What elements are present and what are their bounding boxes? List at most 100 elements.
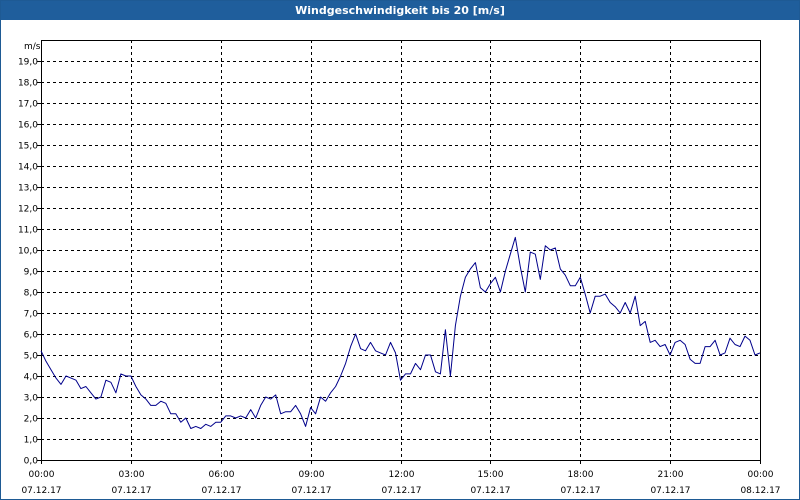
data-point bbox=[324, 400, 327, 403]
data-point bbox=[389, 341, 392, 344]
y-tick-label: 10,0 bbox=[18, 247, 38, 257]
data-point bbox=[424, 354, 427, 357]
x-tick-label-date: 07.12.17 bbox=[21, 486, 61, 496]
data-point bbox=[149, 404, 152, 407]
data-point bbox=[574, 284, 577, 287]
x-tick-label-date: 07.12.17 bbox=[111, 486, 151, 496]
y-tick-label: 4,0 bbox=[24, 373, 39, 383]
data-point bbox=[474, 261, 477, 264]
data-point bbox=[319, 396, 322, 399]
data-point bbox=[79, 387, 82, 390]
data-point bbox=[644, 320, 647, 323]
data-point bbox=[759, 351, 762, 354]
data-point bbox=[454, 324, 457, 327]
x-tick-label-time: 12:00 bbox=[389, 470, 415, 480]
data-point bbox=[344, 362, 347, 365]
data-point bbox=[449, 375, 452, 378]
x-tick-label-date: 07.12.17 bbox=[381, 486, 421, 496]
y-tick-label: 0,0 bbox=[24, 457, 39, 467]
data-point bbox=[609, 301, 612, 304]
data-point bbox=[129, 375, 132, 378]
data-point bbox=[114, 391, 117, 394]
data-point bbox=[154, 404, 157, 407]
data-point bbox=[509, 253, 512, 256]
data-point bbox=[624, 301, 627, 304]
data-point bbox=[444, 328, 447, 331]
data-point bbox=[679, 339, 682, 342]
data-point bbox=[284, 410, 287, 413]
y-tick-label: 17,0 bbox=[18, 100, 38, 110]
y-tick-label: 13,0 bbox=[18, 184, 38, 194]
data-point bbox=[524, 291, 527, 294]
data-point bbox=[84, 385, 87, 388]
data-point bbox=[434, 370, 437, 373]
data-point bbox=[539, 278, 542, 281]
data-point bbox=[214, 421, 217, 424]
x-tick-label-time: 15:00 bbox=[478, 470, 504, 480]
y-tick-label: 3,0 bbox=[24, 394, 39, 404]
data-point bbox=[45, 360, 48, 363]
data-point bbox=[249, 408, 252, 411]
data-point bbox=[224, 414, 227, 417]
data-point bbox=[589, 312, 592, 315]
y-tick-label: 12,0 bbox=[18, 205, 38, 215]
data-point bbox=[75, 379, 78, 382]
data-point bbox=[564, 274, 567, 277]
y-axis-unit-label: m/s bbox=[24, 42, 41, 52]
data-point bbox=[709, 345, 712, 348]
data-point bbox=[309, 406, 312, 409]
data-point bbox=[70, 377, 73, 380]
data-point bbox=[334, 385, 337, 388]
data-point bbox=[739, 345, 742, 348]
data-point bbox=[179, 421, 182, 424]
y-tick-label: 19,0 bbox=[18, 58, 38, 68]
data-point bbox=[60, 383, 63, 386]
data-point bbox=[234, 417, 237, 420]
data-point bbox=[259, 404, 262, 407]
data-point bbox=[649, 341, 652, 344]
data-point bbox=[239, 414, 242, 417]
data-point bbox=[169, 412, 172, 415]
data-point bbox=[329, 391, 332, 394]
data-point bbox=[744, 335, 747, 338]
y-tick-label: 7,0 bbox=[24, 310, 39, 320]
data-point bbox=[294, 404, 297, 407]
y-tick-label: 16,0 bbox=[18, 121, 38, 131]
data-point bbox=[604, 293, 607, 296]
data-point bbox=[414, 362, 417, 365]
data-point bbox=[614, 305, 617, 308]
x-tick-label-date: 07.12.17 bbox=[470, 486, 510, 496]
data-point bbox=[89, 391, 92, 394]
data-point bbox=[504, 270, 507, 273]
data-point bbox=[109, 381, 112, 384]
data-point bbox=[274, 393, 277, 396]
data-point bbox=[654, 339, 657, 342]
data-point bbox=[65, 375, 68, 378]
data-point bbox=[529, 251, 532, 254]
data-point bbox=[594, 295, 597, 298]
data-point bbox=[664, 343, 667, 346]
y-tick-label: 2,0 bbox=[24, 415, 39, 425]
data-point bbox=[674, 341, 677, 344]
y-tick-label: 5,0 bbox=[24, 352, 39, 362]
data-point bbox=[494, 276, 497, 279]
x-tick-label-date: 07.12.17 bbox=[291, 486, 331, 496]
data-point bbox=[304, 425, 307, 428]
data-point bbox=[384, 354, 387, 357]
data-point bbox=[299, 412, 302, 415]
data-point bbox=[119, 372, 122, 375]
data-point bbox=[349, 345, 352, 348]
data-point bbox=[689, 358, 692, 361]
data-point bbox=[339, 375, 342, 378]
data-point bbox=[289, 410, 292, 413]
data-point bbox=[549, 249, 552, 252]
data-point bbox=[229, 414, 232, 417]
data-point bbox=[174, 412, 177, 415]
data-point bbox=[219, 421, 222, 424]
y-tick-label: 6,0 bbox=[24, 331, 39, 341]
data-point bbox=[354, 333, 357, 336]
data-point bbox=[104, 379, 107, 382]
data-point bbox=[459, 295, 462, 298]
data-point bbox=[724, 351, 727, 354]
data-point bbox=[144, 398, 147, 401]
